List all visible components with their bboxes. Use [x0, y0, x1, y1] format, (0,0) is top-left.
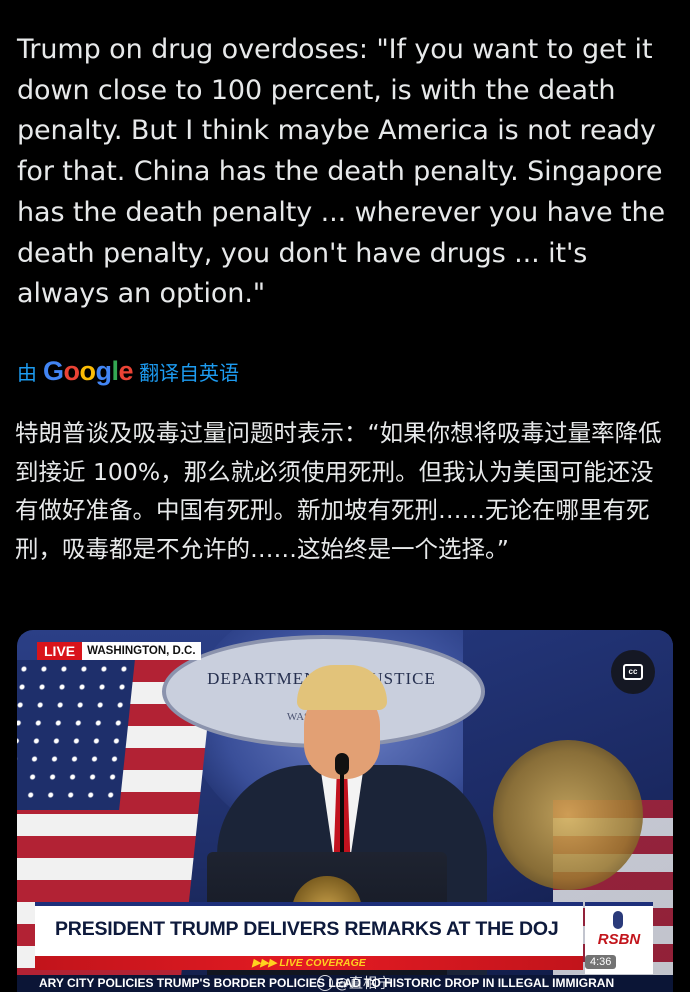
live-badge: LIVE WASHINGTON, D.C. [37, 642, 201, 660]
translated-by-prefix: 由 [17, 361, 37, 385]
rsbn-mic-icon [613, 911, 623, 929]
translated-tweet-text: 特朗普谈及吸毒过量问题时表示：“如果你想将吸毒过量率降低到接近 100%，那么就… [15, 419, 662, 563]
lower-third-banner: PRESIDENT TRUMP DELIVERS REMARKS AT THE … [35, 902, 583, 956]
watermark-text: @直相宁 [335, 976, 391, 992]
google-logo: Google [43, 356, 134, 386]
translated-from-english-label: 翻译自英语 [139, 361, 240, 385]
microphone-icon [335, 753, 349, 775]
live-label: LIVE [37, 642, 83, 660]
flag-stars-canton [17, 660, 135, 810]
network-name: RSBN [597, 931, 641, 948]
weibo-watermark: @直相宁 [317, 973, 391, 992]
eagle-seal-icon [493, 740, 643, 890]
broadcast-headline: PRESIDENT TRUMP DELIVERS REMARKS AT THE … [55, 918, 559, 940]
weibo-logo-icon [317, 975, 333, 991]
tweet-text: Trump on drug overdoses: "If you want to… [17, 34, 665, 310]
video-duration: 4:36 [585, 955, 617, 969]
live-coverage-text: ▶▶▶ LIVE COVERAGE [252, 957, 366, 969]
live-coverage-bar: ▶▶▶ LIVE COVERAGE [35, 956, 583, 970]
translated-by-google[interactable]: 由 Google 翻译自英语 [17, 356, 239, 387]
mute-icon[interactable] [622, 955, 642, 972]
captions-button[interactable]: cc [611, 650, 655, 694]
cc-icon: cc [623, 664, 643, 680]
speaker-hair [297, 665, 387, 710]
video-player[interactable]: DEPARTMENT OF JUSTICE WASHINGTON LIVE WA… [17, 630, 673, 992]
location-label: WASHINGTON, D.C. [82, 642, 201, 660]
